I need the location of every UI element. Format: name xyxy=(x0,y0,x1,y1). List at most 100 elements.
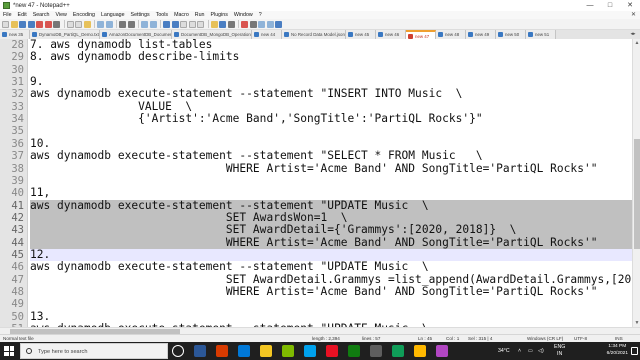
task-view-icon[interactable] xyxy=(172,345,184,357)
print-icon[interactable] xyxy=(53,20,60,28)
indent-guide-icon[interactable] xyxy=(197,20,204,28)
close-button[interactable]: ✕ xyxy=(620,0,640,11)
line-text[interactable]: aws dynamodb execute-statement --stateme… xyxy=(30,88,632,100)
line-text[interactable] xyxy=(30,175,632,187)
menu-edit[interactable]: Edit xyxy=(15,11,30,19)
menu-settings[interactable]: Settings xyxy=(128,11,153,19)
editor-line[interactable]: 47 SET AwardDetail.Grammys =list_append(… xyxy=(0,274,632,286)
save-all-icon[interactable] xyxy=(27,20,35,28)
editor-line[interactable]: 40 11, xyxy=(0,187,632,199)
copy-icon[interactable] xyxy=(75,20,82,28)
line-text[interactable]: WHERE Artist='Acme Band' AND SongTitle='… xyxy=(30,236,632,249)
line-text[interactable]: SET AwardDetail={'Grammys':[2020, 2018]}… xyxy=(30,224,632,237)
sync-vertical-icon[interactable] xyxy=(163,20,170,28)
folder-workspace-icon[interactable] xyxy=(219,20,226,28)
document-tab[interactable]: No Record Data Model.json xyxy=(282,30,346,39)
line-text[interactable]: 9. xyxy=(30,76,632,88)
editor-line[interactable]: 39 xyxy=(0,175,632,187)
weather-temperature[interactable]: 34°C xyxy=(498,342,510,360)
mail-icon[interactable] xyxy=(304,345,316,357)
editor-line[interactable]: 49 xyxy=(0,298,632,310)
record-macro-icon[interactable] xyxy=(241,20,248,28)
zoom-in-icon[interactable] xyxy=(141,20,148,28)
editor-line[interactable]: 30 xyxy=(0,64,632,76)
line-text[interactable]: WHERE Artist='Acme Band' AND SongTitle='… xyxy=(30,163,632,175)
replace-icon[interactable] xyxy=(127,20,135,28)
line-text[interactable] xyxy=(30,64,632,76)
chrome-icon[interactable] xyxy=(392,345,404,357)
editor-line[interactable]: 43 SET AwardDetail={'Grammys':[2020, 201… xyxy=(0,224,632,237)
line-text[interactable]: VALUE \ xyxy=(30,101,632,113)
editor-line[interactable]: 33 VALUE \ xyxy=(0,101,632,113)
scroll-down-icon[interactable]: ▼ xyxy=(633,319,640,327)
find-icon[interactable] xyxy=(119,20,126,28)
close-doc-icon[interactable]: ✕ xyxy=(631,11,636,19)
menu-run[interactable]: Run xyxy=(192,11,208,19)
menu-search[interactable]: Search xyxy=(30,11,53,19)
editor-line[interactable]: 28 7. aws dynamodb list-tables xyxy=(0,39,632,51)
taskbar-clock[interactable]: 1:34 PM 6/20/2021 xyxy=(607,344,628,357)
editor-line[interactable]: 42 SET AwardsWon=1 \ xyxy=(0,211,632,225)
document-map-icon[interactable] xyxy=(227,20,235,28)
stop-macro-icon[interactable] xyxy=(249,20,257,28)
document-tab[interactable]: DocumentDB_MongoDB_Operations.txt xyxy=(172,30,252,39)
menu-file[interactable]: File xyxy=(0,11,15,19)
open-file-icon[interactable] xyxy=(10,20,18,28)
document-tab[interactable]: new 51 xyxy=(526,30,556,39)
document-tab[interactable]: new 45 xyxy=(346,30,376,39)
editor-line[interactable]: 46 aws dynamodb execute-statement --state… xyxy=(0,261,632,273)
word-icon[interactable] xyxy=(194,345,206,357)
app-icon[interactable] xyxy=(370,345,382,357)
editor-line[interactable]: 44 WHERE Artist='Acme Band' AND SongTitl… xyxy=(0,236,632,249)
tray-chevron-icon[interactable]: ˄ xyxy=(518,342,521,360)
scroll-up-icon[interactable]: ▲ xyxy=(633,39,640,47)
menu-plugins[interactable]: Plugins xyxy=(208,11,231,19)
xbox-icon[interactable] xyxy=(348,345,360,357)
menu-language[interactable]: Language xyxy=(98,11,128,19)
close-file-icon[interactable] xyxy=(36,20,43,28)
menu-encoding[interactable]: Encoding xyxy=(70,11,98,19)
tab-scroll-arrows-icon[interactable]: ◂▸ xyxy=(626,30,640,39)
office-icon[interactable] xyxy=(216,345,228,357)
menu-macro[interactable]: Macro xyxy=(171,11,192,19)
line-text[interactable]: 12. xyxy=(30,248,632,262)
windows-start-icon[interactable] xyxy=(4,346,14,356)
menu-tools[interactable]: Tools xyxy=(153,11,171,19)
document-tab[interactable]: DynamoDB_PartiQL_Demo.txt xyxy=(30,30,100,39)
app-icon[interactable] xyxy=(282,345,294,357)
new-file-icon[interactable] xyxy=(2,20,9,28)
editor-line[interactable]: 48 WHERE Artist='Acme Band' AND SongTitl… xyxy=(0,286,632,298)
cut-icon[interactable] xyxy=(66,20,74,28)
menu-window[interactable]: Window xyxy=(231,11,256,19)
paste-icon[interactable] xyxy=(83,20,91,28)
editor-line[interactable]: 34 {'Artist':'Acme Band','SongTitle':'Pa… xyxy=(0,113,632,125)
undo-icon[interactable] xyxy=(97,20,104,28)
editor-line[interactable]: 45 12. xyxy=(0,248,632,262)
vertical-scroll-thumb[interactable] xyxy=(634,139,640,249)
play-macro-icon[interactable] xyxy=(258,20,265,28)
line-text[interactable]: SET AwardsWon=1 \ xyxy=(30,211,632,225)
zoom-out-icon[interactable] xyxy=(149,20,157,28)
horizontal-scrollbar[interactable] xyxy=(0,327,640,334)
notification-center-icon[interactable] xyxy=(631,347,638,355)
document-tab[interactable]: new 35 xyxy=(0,30,30,39)
taskbar-search-box[interactable]: Type here to search xyxy=(20,343,168,359)
document-tab[interactable]: new 48 xyxy=(436,30,466,39)
line-text[interactable] xyxy=(30,298,632,310)
line-text[interactable]: aws dynamodb execute-statement --stateme… xyxy=(30,150,632,162)
line-text[interactable]: WHERE Artist='Acme Band' AND SongTitle='… xyxy=(30,286,632,298)
editor-line[interactable]: 29 8. aws dynamodb describe-limits xyxy=(0,51,632,63)
editor-line[interactable]: 32 aws dynamodb execute-statement --state… xyxy=(0,88,632,100)
document-tab[interactable]: new 44 xyxy=(252,30,282,39)
maximize-button[interactable]: □ xyxy=(600,0,620,11)
function-list-icon[interactable] xyxy=(210,20,218,28)
sync-horizontal-icon[interactable] xyxy=(171,20,179,28)
document-tab[interactable]: new 46 xyxy=(376,30,406,39)
edge-icon[interactable] xyxy=(238,345,250,357)
document-tab[interactable]: AmazonDocumentDB_DocumentRef.txt xyxy=(100,30,172,39)
document-tab-active[interactable]: new 47 xyxy=(406,30,436,39)
line-text[interactable]: {'Artist':'Acme Band','SongTitle':'Parti… xyxy=(30,113,632,125)
editor-line[interactable]: 31 9. xyxy=(0,76,632,88)
editor-line[interactable]: 38 WHERE Artist='Acme Band' AND SongTitl… xyxy=(0,163,632,175)
app-icon[interactable] xyxy=(326,345,338,357)
